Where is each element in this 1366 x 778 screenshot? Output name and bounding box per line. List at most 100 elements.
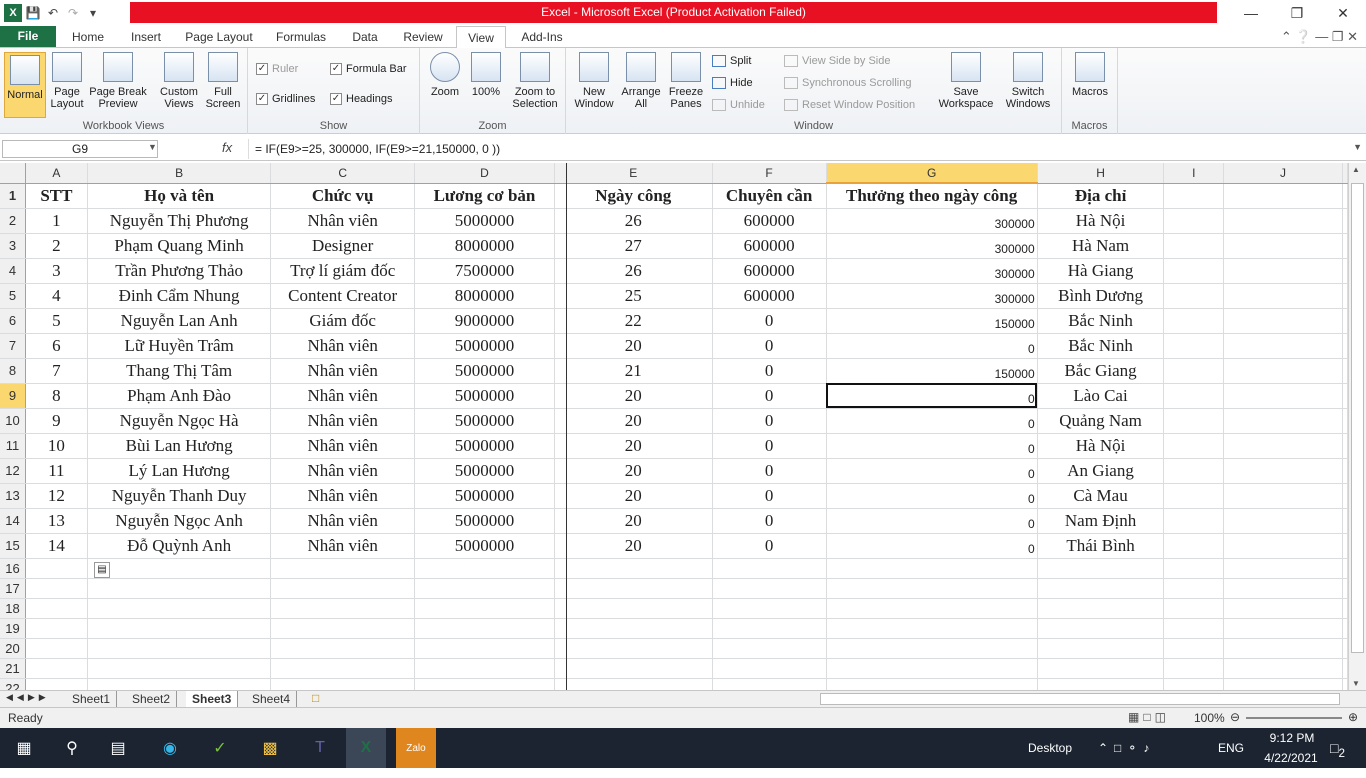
cell[interactable] bbox=[1342, 578, 1348, 599]
row-header[interactable]: 16 bbox=[0, 558, 26, 579]
cell[interactable] bbox=[1163, 678, 1225, 690]
headings-checkbox[interactable]: ✓ Headings bbox=[330, 90, 392, 108]
formula-bar-checkbox[interactable]: ✓ Formula Bar bbox=[330, 60, 407, 78]
cell[interactable] bbox=[1223, 618, 1343, 639]
cell[interactable] bbox=[554, 558, 713, 579]
language-indicator[interactable]: ENG bbox=[1218, 728, 1244, 768]
cell[interactable]: 5000000 bbox=[414, 408, 556, 434]
gridlines-checkbox[interactable]: ✓ Gridlines bbox=[256, 90, 315, 108]
cell[interactable] bbox=[1342, 483, 1348, 509]
reset-window-position-button[interactable]: Reset Window Position bbox=[784, 96, 915, 114]
cell[interactable]: Bắc Ninh bbox=[1037, 333, 1165, 359]
cell[interactable]: 20 bbox=[554, 333, 713, 359]
cell[interactable]: 7 bbox=[25, 358, 88, 384]
cell[interactable]: Hà Nam bbox=[1037, 233, 1165, 259]
cell[interactable] bbox=[1342, 183, 1348, 209]
cell[interactable]: 300000 bbox=[826, 258, 1038, 284]
cell[interactable]: Cà Mau bbox=[1037, 483, 1165, 509]
cell[interactable]: Nguyễn Ngọc Anh bbox=[87, 508, 272, 534]
cell[interactable]: 0 bbox=[712, 458, 827, 484]
cell[interactable] bbox=[712, 618, 827, 639]
save-workspace-button[interactable]: Save Workspace bbox=[934, 52, 998, 110]
row-header[interactable]: 9 bbox=[0, 383, 26, 409]
cell[interactable] bbox=[1223, 183, 1343, 209]
cell[interactable]: 150000 bbox=[826, 308, 1038, 334]
select-all-corner[interactable] bbox=[0, 163, 26, 184]
split-button[interactable]: Split bbox=[712, 52, 751, 70]
cell[interactable]: Bình Dương bbox=[1037, 283, 1165, 309]
cell[interactable] bbox=[826, 678, 1038, 690]
horizontal-scrollbar[interactable] bbox=[820, 693, 1340, 705]
cell[interactable]: Nhân viên bbox=[270, 458, 415, 484]
header-cell[interactable]: STT bbox=[25, 183, 88, 209]
sync-scrolling-button[interactable]: Synchronous Scrolling bbox=[784, 74, 911, 92]
sheet-tab-2[interactable]: Sheet2 bbox=[126, 691, 178, 707]
column-header-f[interactable]: F bbox=[712, 163, 827, 184]
zoom-level[interactable]: 100% bbox=[1194, 711, 1225, 725]
cell[interactable]: Designer bbox=[270, 233, 415, 259]
paste-options-icon[interactable]: ▤ bbox=[94, 562, 110, 578]
cell[interactable] bbox=[826, 638, 1038, 659]
cell[interactable]: 8 bbox=[25, 383, 88, 409]
cell[interactable]: 14 bbox=[25, 533, 88, 559]
cell[interactable]: Thái Bình bbox=[1037, 533, 1165, 559]
undo-icon[interactable]: ↶ bbox=[44, 4, 62, 22]
row-header[interactable]: 12 bbox=[0, 458, 26, 484]
cell[interactable]: Nhân viên bbox=[270, 508, 415, 534]
cell[interactable] bbox=[1223, 578, 1343, 599]
restore-button[interactable]: ❐ bbox=[1274, 0, 1320, 26]
cell[interactable]: Bắc Ninh bbox=[1037, 308, 1165, 334]
cell[interactable]: 3 bbox=[25, 258, 88, 284]
cell[interactable] bbox=[1163, 458, 1225, 484]
cell[interactable]: 600000 bbox=[712, 208, 827, 234]
zoom-out-icon[interactable]: ⊖ bbox=[1230, 710, 1240, 724]
row-header[interactable]: 8 bbox=[0, 358, 26, 384]
cell[interactable] bbox=[1163, 508, 1225, 534]
cell[interactable] bbox=[1223, 678, 1343, 690]
freeze-panes-button[interactable]: Freeze Panes bbox=[664, 52, 708, 110]
cell[interactable] bbox=[712, 558, 827, 579]
scroll-up-icon[interactable]: ▲ bbox=[1352, 165, 1360, 174]
arrange-all-button[interactable]: Arrange All bbox=[618, 52, 664, 110]
cell[interactable]: 5000000 bbox=[414, 333, 556, 359]
column-header-g[interactable]: G bbox=[826, 163, 1038, 184]
cell[interactable]: 9 bbox=[25, 408, 88, 434]
cell[interactable]: 0 bbox=[826, 483, 1038, 509]
page-break-preview-button[interactable]: Page Break Preview bbox=[88, 52, 148, 110]
cell[interactable] bbox=[826, 558, 1038, 579]
insert-sheet-icon[interactable]: □ bbox=[312, 691, 319, 705]
cell[interactable]: 5000000 bbox=[414, 483, 556, 509]
cell[interactable]: 20 bbox=[554, 483, 713, 509]
row-header[interactable]: 22 bbox=[0, 678, 26, 690]
cell[interactable] bbox=[414, 618, 556, 639]
tab-formulas[interactable]: Formulas bbox=[268, 26, 334, 48]
cell[interactable] bbox=[87, 678, 272, 690]
cell[interactable] bbox=[1342, 283, 1348, 309]
cell[interactable] bbox=[1223, 333, 1343, 359]
cell[interactable]: An Giang bbox=[1037, 458, 1165, 484]
cell[interactable] bbox=[25, 618, 88, 639]
minimize-button[interactable]: — bbox=[1228, 0, 1274, 26]
cell[interactable]: Nhân viên bbox=[270, 533, 415, 559]
cell[interactable] bbox=[1163, 558, 1225, 579]
cell[interactable] bbox=[270, 658, 415, 679]
worksheet-grid[interactable]: A B C D E F G H I J 1 STT Họ và tên Chức vụ Lương cơ b… bbox=[0, 163, 1348, 690]
cell[interactable] bbox=[1342, 658, 1348, 679]
vertical-scrollbar[interactable]: ▲ ▼ bbox=[1348, 163, 1366, 690]
cell[interactable] bbox=[1223, 558, 1343, 579]
cell[interactable] bbox=[1223, 308, 1343, 334]
cell[interactable] bbox=[414, 638, 556, 659]
sheet-tab-3[interactable]: Sheet3 bbox=[186, 691, 239, 707]
cell[interactable]: 4 bbox=[25, 283, 88, 309]
cell[interactable] bbox=[1037, 618, 1165, 639]
cell[interactable] bbox=[1223, 258, 1343, 284]
cell[interactable]: 5000000 bbox=[414, 533, 556, 559]
cell[interactable] bbox=[554, 618, 713, 639]
cell[interactable] bbox=[1037, 678, 1165, 690]
windows-start-icon[interactable]: ▦ bbox=[10, 734, 38, 762]
cell[interactable] bbox=[1342, 533, 1348, 559]
row-header[interactable]: 17 bbox=[0, 578, 26, 599]
cell[interactable]: Hà Nội bbox=[1037, 208, 1165, 234]
view-mode-icons[interactable]: ▦□◫ bbox=[1128, 710, 1170, 724]
cell[interactable] bbox=[1223, 598, 1343, 619]
